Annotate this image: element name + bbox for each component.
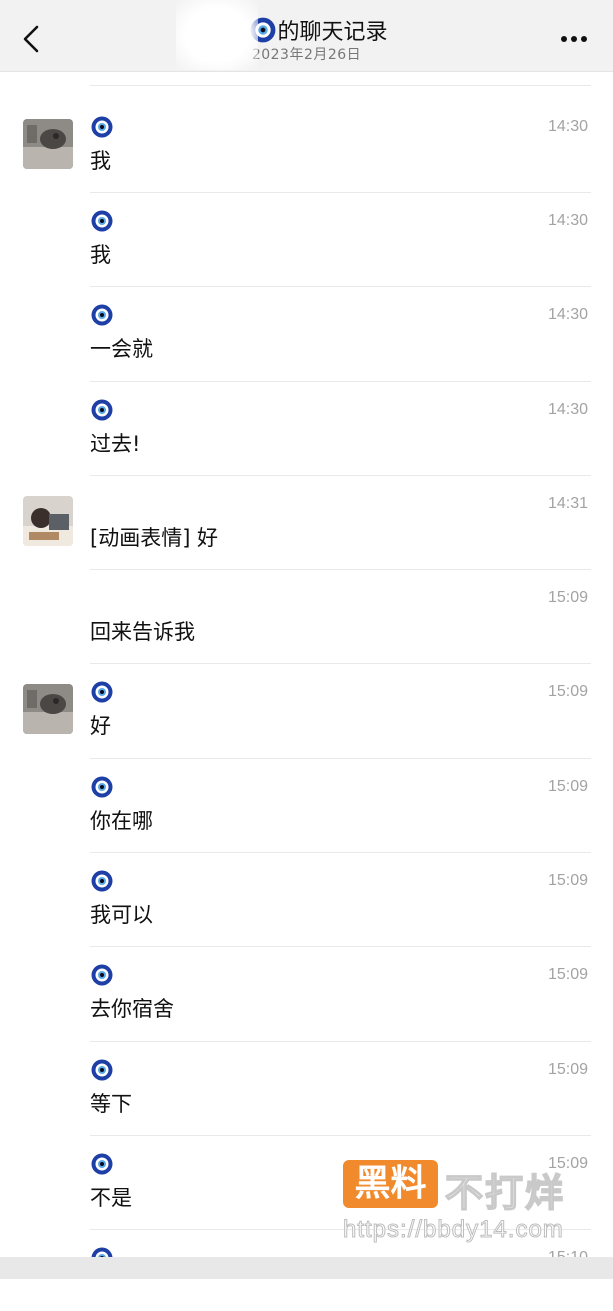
avatar[interactable]: [23, 495, 73, 546]
bottom-bar: [0, 1257, 613, 1279]
message-divider: [90, 286, 591, 288]
avatar[interactable]: [23, 684, 73, 735]
message-divider: [90, 1134, 591, 1136]
message-divider: [90, 474, 591, 476]
evil-eye-icon: [91, 1059, 113, 1081]
message-divider: [90, 569, 591, 571]
message-text: 你在哪: [90, 808, 153, 833]
watermark-url: https://bbdy14.com: [343, 1216, 564, 1244]
evil-eye-icon: [91, 304, 113, 326]
message-text: 去你宿舍: [90, 997, 174, 1022]
message-row[interactable]: 14:30 一会就: [0, 273, 613, 367]
message-row[interactable]: 15:09 去你宿舍: [0, 933, 613, 1027]
evil-eye-icon: [91, 116, 113, 138]
message-divider: [90, 192, 591, 193]
message-time: 15:09: [547, 872, 588, 890]
redaction-blur: [176, 0, 258, 70]
watermark-badge: 黑料: [343, 1160, 438, 1208]
message-divider: [90, 757, 591, 759]
evil-eye-icon: [91, 870, 113, 892]
message-text: 等下: [90, 1091, 132, 1116]
message-text: 回来告诉我: [90, 620, 195, 645]
message-row[interactable]: 15:09 回来告诉我: [0, 556, 613, 650]
watermark-text: 不打烊: [444, 1170, 566, 1216]
message-row[interactable]: 14:31 [动画表情] 好: [0, 462, 613, 556]
message-list: 14:30 我 14:30 我 14:30 一会就 14:30 过去! 14:31 [动画表情] …: [0, 72, 613, 1311]
message-divider: [90, 852, 591, 854]
message-time: 14:30: [547, 118, 588, 135]
page-title: 和 的聊天记录: [0, 14, 613, 46]
message-text: 我: [90, 149, 111, 173]
message-time: 14:30: [547, 212, 588, 229]
message-row[interactable]: 14:30 过去!: [0, 368, 613, 462]
message-time: 15:09: [547, 683, 588, 701]
message-divider: [90, 946, 591, 948]
navigation-bar: 和 的聊天记录 2023年2月26日: [0, 0, 613, 72]
evil-eye-icon: [91, 776, 113, 798]
evil-eye-icon: [91, 399, 113, 421]
avatar[interactable]: [23, 119, 73, 169]
message-text: 过去!: [90, 431, 141, 456]
message-time: 15:09: [547, 777, 588, 795]
message-divider: [90, 380, 591, 382]
message-row[interactable]: 15:09 我可以: [0, 839, 613, 933]
evil-eye-icon: [91, 681, 113, 703]
message-time: 15:09: [547, 1060, 588, 1078]
message-time: 14:30: [547, 400, 588, 418]
message-row[interactable]: 15:09 好: [0, 650, 613, 744]
message-time: 15:09: [547, 589, 588, 607]
message-time: 15:09: [547, 966, 588, 984]
message-divider: [90, 85, 591, 86]
message-text: 好: [90, 714, 111, 739]
chat-date: 2023年2月26日: [251, 47, 362, 63]
message-row[interactable]: 15:09 等下: [0, 1028, 613, 1122]
message-row[interactable]: 15:09 你在哪: [0, 745, 613, 839]
message-text: 一会就: [90, 337, 153, 362]
message-row[interactable]: 14:30 我: [0, 179, 613, 273]
message-row[interactable]: 14:30 我: [0, 72, 613, 179]
evil-eye-icon: [91, 1153, 113, 1175]
message-divider: [90, 663, 591, 665]
message-time: 14:31: [547, 494, 588, 512]
message-divider: [90, 1040, 591, 1042]
message-text: [动画表情] 好: [90, 525, 219, 550]
message-text: 我: [90, 243, 111, 267]
more-horizontal-icon[interactable]: [559, 26, 589, 52]
watermark: 黑料 不打烊 https://bbdy14.com: [343, 1160, 593, 1250]
message-text: 我可以: [90, 903, 153, 928]
title-suffix: 的聊天记录: [277, 20, 388, 45]
evil-eye-icon: [91, 964, 113, 986]
evil-eye-icon: [91, 210, 113, 232]
message-text: 不是: [90, 1185, 132, 1210]
message-time: 14:30: [547, 306, 588, 324]
